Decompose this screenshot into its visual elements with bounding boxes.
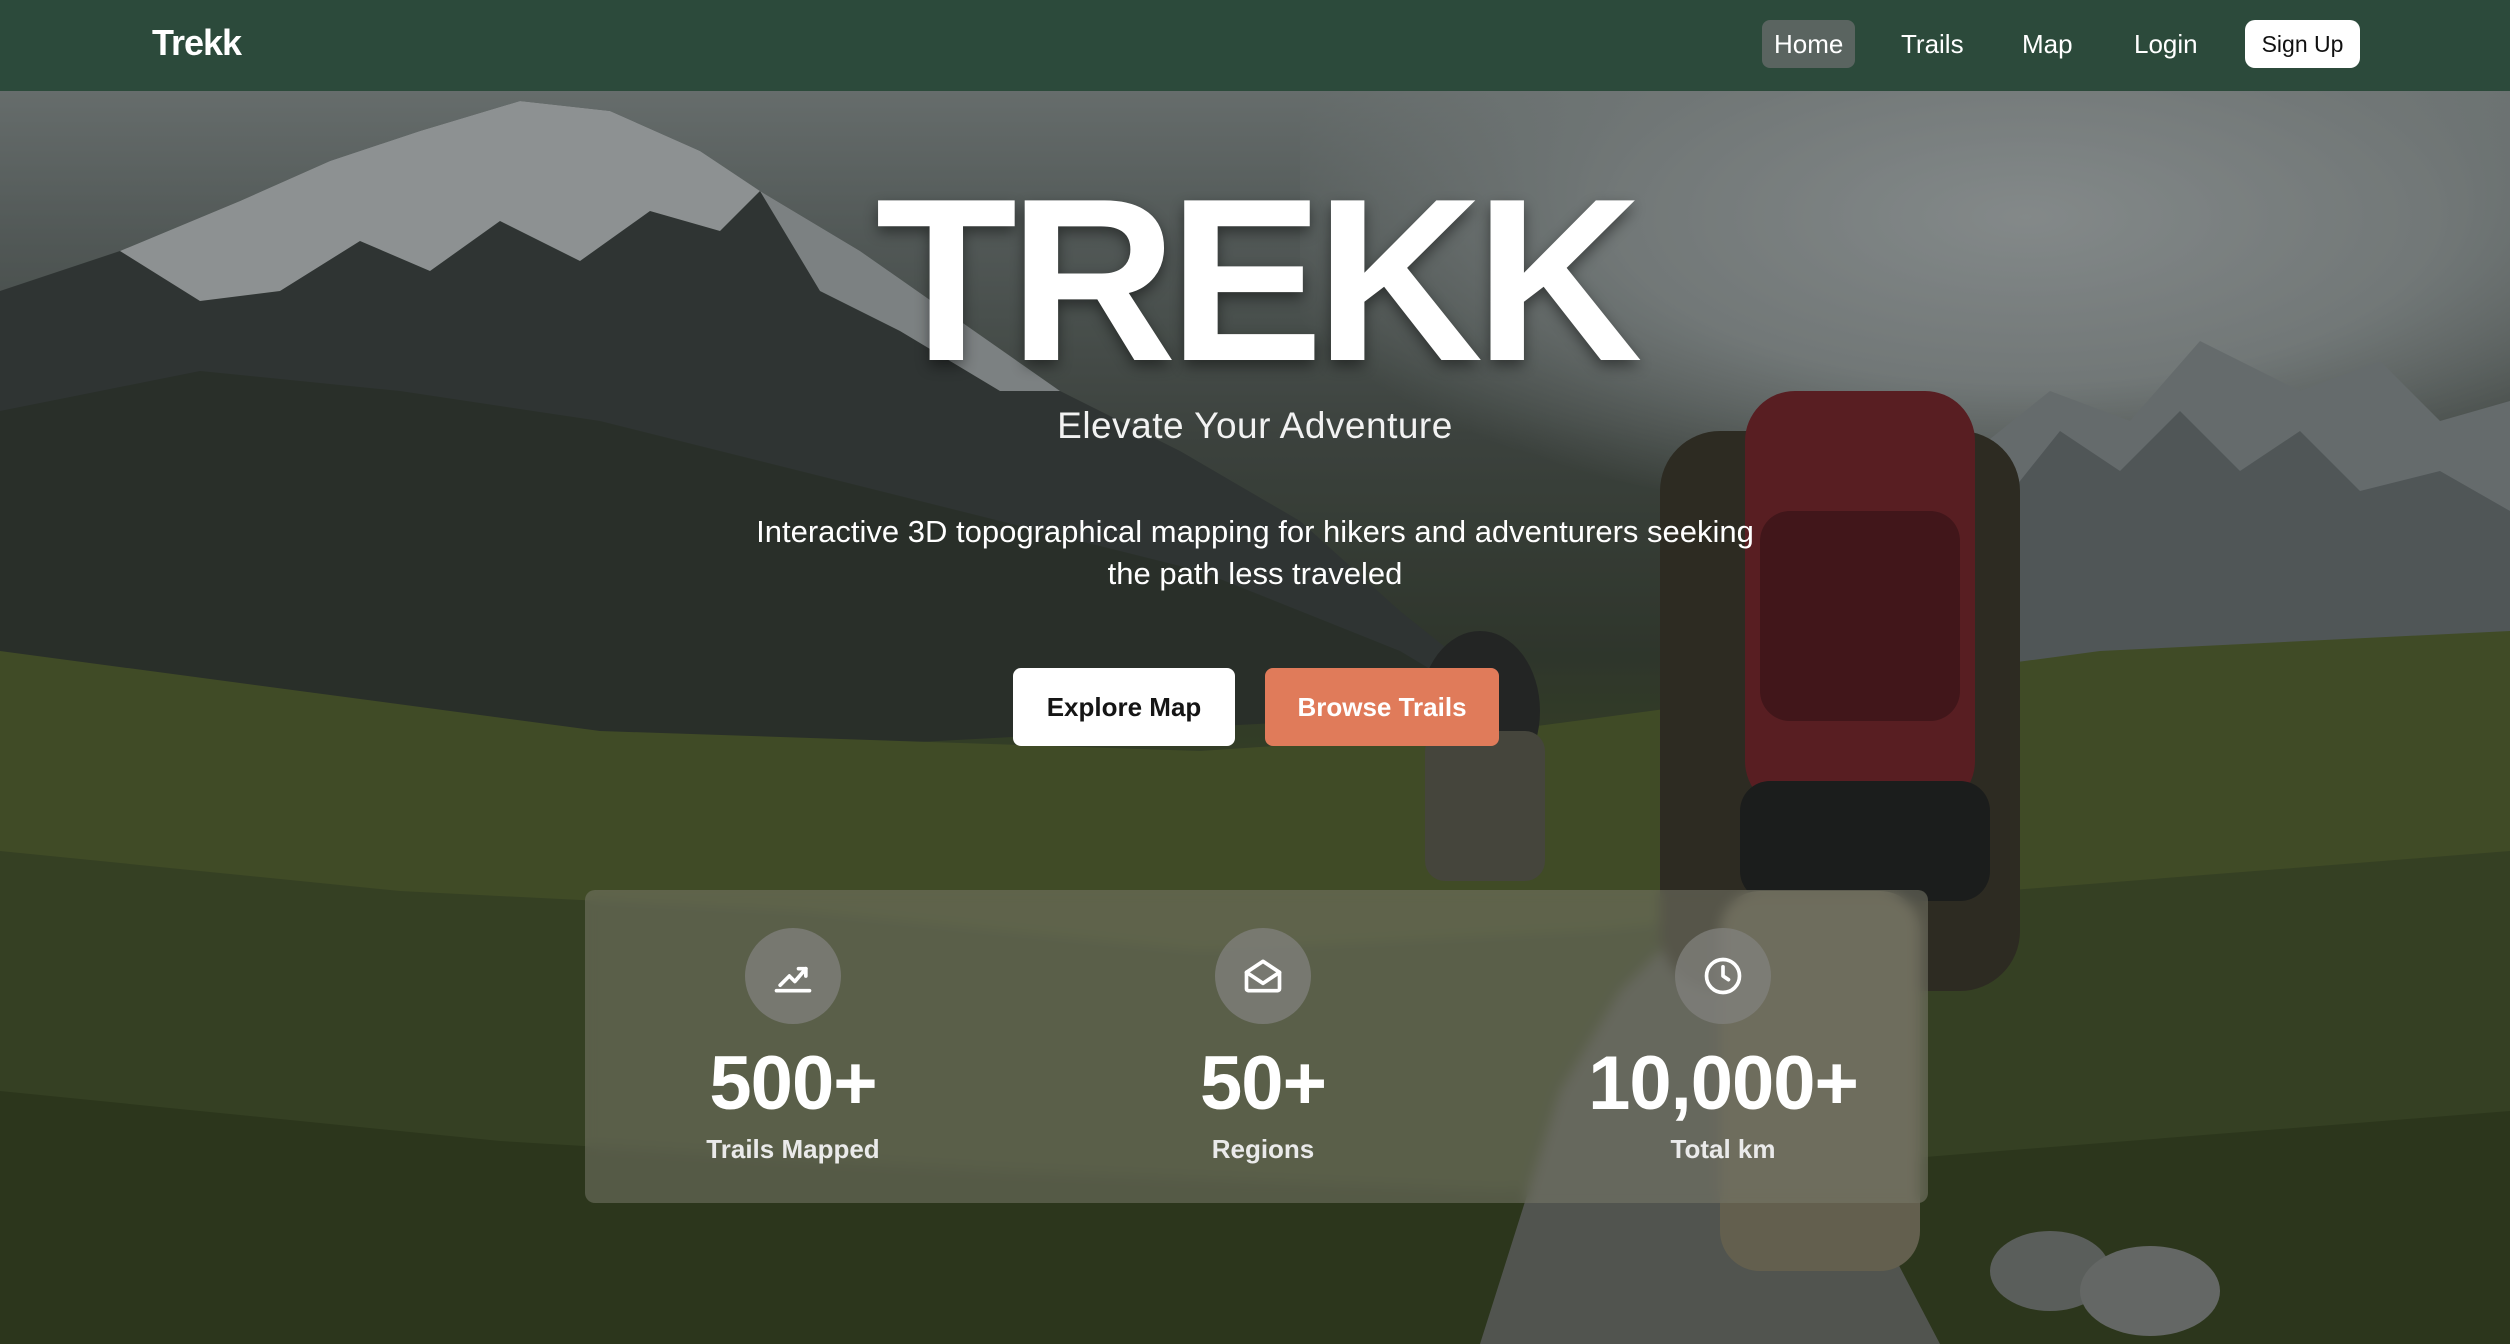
nav-item-login[interactable]: Login <box>2122 20 2210 68</box>
hero-description: Interactive 3D topographical mapping for… <box>756 514 1754 591</box>
nav-item-trails[interactable]: Trails <box>1889 20 1976 68</box>
stat-label: Trails Mapped <box>706 1134 880 1164</box>
envelope-open-icon <box>1215 928 1311 1024</box>
clock-icon <box>1675 928 1771 1024</box>
explore-map-button[interactable]: Explore Map <box>1013 668 1235 746</box>
stat-trails-mapped: 500+ Trails Mapped <box>585 890 985 1203</box>
stats-panel: 500+ Trails Mapped 50+ Regions 10,000+ T… <box>585 890 1928 1203</box>
stat-label: Total km <box>1670 1134 1776 1164</box>
browse-trails-button[interactable]: Browse Trails <box>1265 668 1499 746</box>
stat-regions: 50+ Regions <box>1055 890 1455 1203</box>
stat-value: 500+ <box>709 1041 877 1126</box>
nav-item-map[interactable]: Map <box>2010 20 2085 68</box>
top-navbar: Trekk Home Trails Map Login Sign Up <box>0 0 2510 91</box>
hero-section: TREKK Elevate Your Adventure Interactive… <box>0 91 2510 1344</box>
nav-item-home[interactable]: Home <box>1762 20 1856 68</box>
brand-logo[interactable]: Trekk <box>152 22 242 64</box>
hero-tagline: Elevate Your Adventure <box>1057 405 1453 446</box>
stat-value: 50+ <box>1200 1041 1327 1126</box>
hero-title: TREKK <box>875 151 1642 410</box>
signup-button[interactable]: Sign Up <box>2245 20 2360 68</box>
stat-label: Regions <box>1211 1134 1315 1164</box>
stat-total-km: 10,000+ Total km <box>1515 890 1915 1203</box>
chart-up-icon <box>745 928 841 1024</box>
stat-value: 10,000+ <box>1588 1041 1859 1126</box>
